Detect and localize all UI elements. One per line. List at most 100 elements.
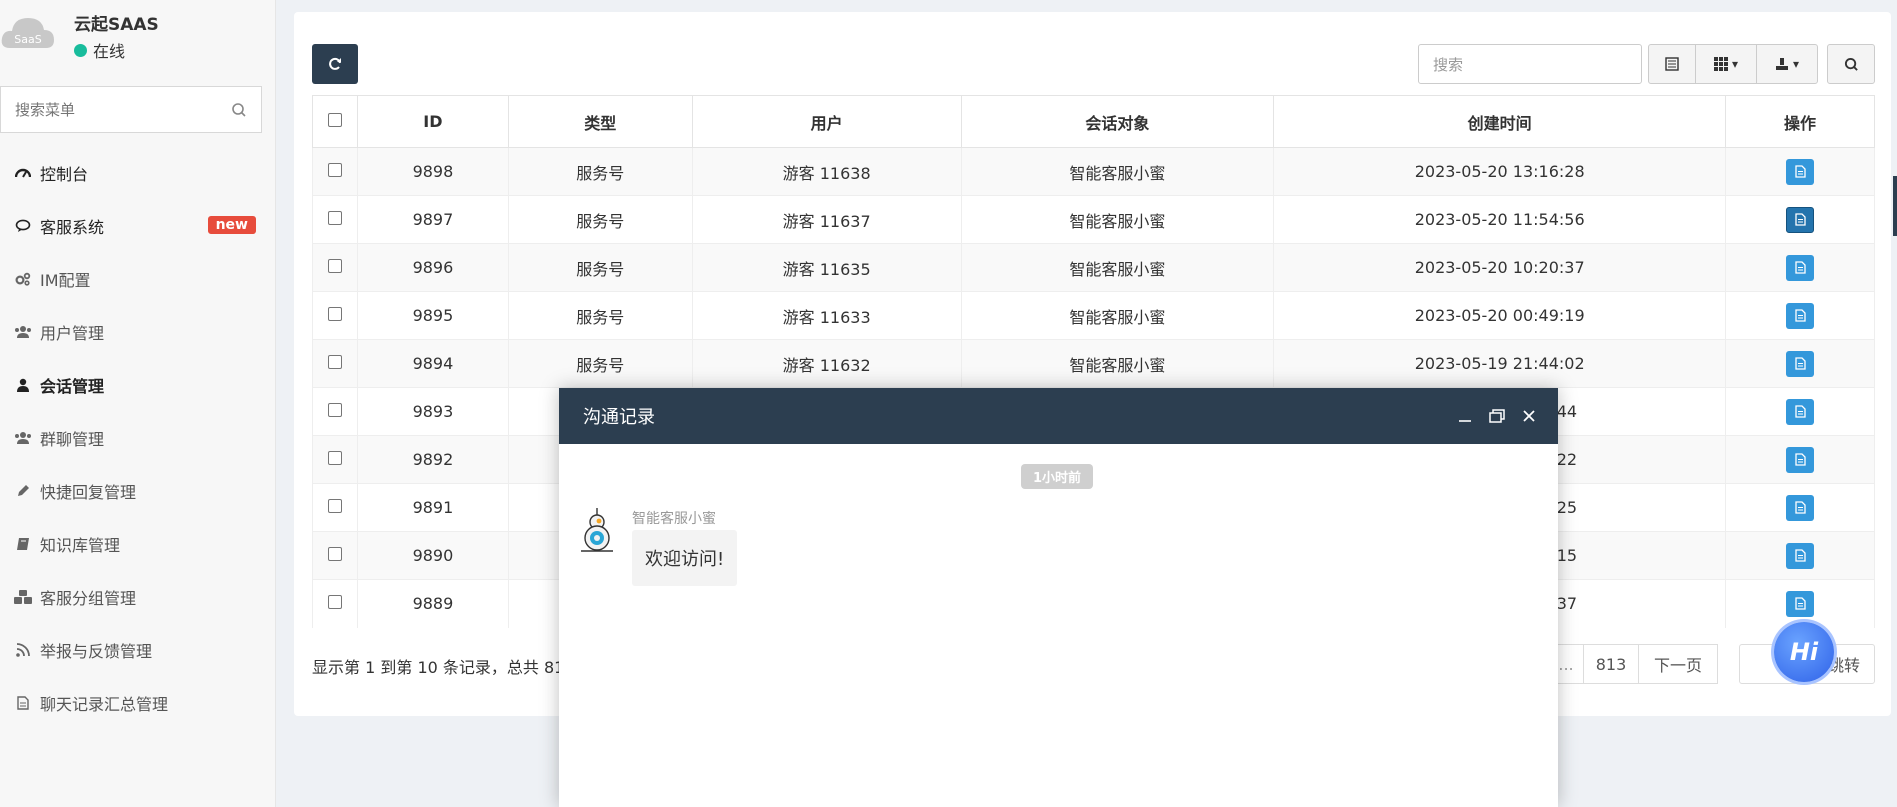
row-checkbox[interactable] [327,211,342,225]
select-all-cell[interactable] [312,95,358,148]
row-checkbox[interactable] [327,499,342,513]
view-record-button[interactable] [1786,494,1815,521]
cell-id: 9890 [356,531,509,580]
sidebar-item-customer-service[interactable]: 客服系统 new [0,199,276,252]
cogs-icon [14,271,32,287]
file-text-icon [1794,261,1806,274]
row-select-cell[interactable] [312,195,358,244]
column-header-created-time[interactable]: 创建时间 [1273,95,1727,148]
sidebar-item-label: 客服系统 [40,217,105,237]
cell-actions [1725,435,1875,484]
row-select-cell[interactable] [312,339,358,388]
table-row[interactable]: 9896 服务号 游客 11635 智能客服小蜜 2023-05-20 10:2… [312,243,1875,292]
toggle-view-button[interactable] [1648,44,1696,84]
page-last-button[interactable]: 813 [1583,644,1639,684]
cell-time: 2023-05-20 00:49:19 [1273,291,1727,340]
cell-user: 游客 11637 [691,195,962,244]
cell-time: 2023-05-20 11:54:56 [1273,195,1727,244]
view-record-button[interactable] [1786,590,1815,617]
table-row[interactable]: 9897 服务号 游客 11637 智能客服小蜜 2023-05-20 11:5… [312,195,1875,244]
row-select-cell[interactable] [312,387,358,436]
cell-actions [1725,291,1875,340]
view-record-button[interactable] [1786,254,1815,281]
column-header-user[interactable]: 用户 [691,95,962,148]
sidebar-item-knowledge-base[interactable]: 知识库管理 [0,517,276,570]
view-record-button[interactable] [1786,302,1815,329]
cell-id: 9896 [356,243,509,292]
sidebar-item-group-chat[interactable]: 群聊管理 [0,411,276,464]
table-header-row: ID 类型 用户 会话对象 创建时间 操作 [312,95,1875,148]
dialog-title: 沟通记录 [583,407,655,428]
view-record-button[interactable] [1786,446,1815,473]
table-row[interactable]: 9894 服务号 游客 11632 智能客服小蜜 2023-05-19 21:4… [312,339,1875,388]
menu-search[interactable] [0,86,262,133]
cell-actions [1725,147,1875,196]
maximize-icon[interactable] [1487,406,1507,426]
export-button[interactable]: ▾ [1756,44,1818,84]
search-icon[interactable] [231,102,247,118]
cell-type: 服务号 [507,339,693,388]
row-select-cell[interactable] [312,291,358,340]
scroll-indicator[interactable] [1893,176,1897,236]
view-record-button[interactable] [1786,398,1815,425]
view-record-button[interactable] [1786,542,1815,569]
dialog-header[interactable]: 沟通记录 [559,388,1558,444]
cell-id: 9891 [356,483,509,532]
grid-columns-icon [1713,57,1728,71]
sidebar-item-reports[interactable]: 举报与反馈管理 [0,623,276,676]
table-row[interactable]: 9895 服务号 游客 11633 智能客服小蜜 2023-05-20 00:4… [312,291,1875,340]
row-checkbox[interactable] [327,595,342,610]
file-text-icon [1794,501,1806,514]
menu-search-input[interactable] [15,100,231,119]
row-select-cell[interactable] [312,243,358,292]
row-select-cell[interactable] [312,579,358,628]
column-header-type[interactable]: 类型 [507,95,693,148]
online-dot-icon [74,43,87,57]
cell-actions [1725,243,1875,292]
message-sender: 智能客服小蜜 [632,511,716,527]
row-select-cell[interactable] [312,435,358,484]
online-status: 在线 [74,38,125,62]
select-all-checkbox[interactable] [327,113,342,127]
view-record-button[interactable] [1786,350,1815,377]
cell-actions [1725,387,1875,436]
columns-button[interactable]: ▾ [1695,44,1757,84]
sidebar-item-dashboard[interactable]: 控制台 [0,146,276,199]
row-select-cell[interactable] [312,483,358,532]
cell-target: 智能客服小蜜 [960,147,1275,196]
row-checkbox[interactable] [327,259,342,273]
view-record-button[interactable] [1786,158,1815,185]
sidebar-item-quick-reply[interactable]: 快捷回复管理 [0,464,276,517]
table-search-input[interactable]: 搜索 [1418,44,1642,84]
row-checkbox[interactable] [327,307,342,321]
row-checkbox[interactable] [327,403,342,417]
column-header-target[interactable]: 会话对象 [960,95,1275,148]
cell-actions [1725,579,1875,628]
row-select-cell[interactable] [312,531,358,580]
hi-chat-float-button[interactable]: Hi [1774,622,1834,682]
table-row[interactable]: 9898 服务号 游客 11638 智能客服小蜜 2023-05-20 13:1… [312,147,1875,196]
view-record-button[interactable] [1786,206,1815,233]
users-icon [14,324,32,340]
cell-target: 智能客服小蜜 [960,339,1275,388]
comment-icon [14,218,32,234]
row-select-cell[interactable] [312,147,358,196]
sidebar-item-sessions[interactable]: 会话管理 [0,358,276,411]
message-time-label: 1小时前 [1021,464,1094,489]
sidebar-item-users[interactable]: 用户管理 [0,305,276,358]
close-icon[interactable] [1519,406,1539,426]
advanced-search-button[interactable] [1827,44,1875,84]
chat-record-dialog: 沟通记录 1小时前 智能客服小蜜 欢迎访问! [559,388,1558,807]
row-checkbox[interactable] [327,451,342,465]
row-checkbox[interactable] [327,163,342,177]
brand-name: 云起SAAS [74,15,159,35]
refresh-button[interactable] [312,44,358,84]
sidebar-item-chat-summary[interactable]: 聊天记录汇总管理 [0,676,276,729]
sidebar-item-im-config[interactable]: IM配置 [0,252,276,305]
sidebar-item-agent-groups[interactable]: 客服分组管理 [0,570,276,623]
row-checkbox[interactable] [327,355,342,369]
column-header-id[interactable]: ID [356,95,509,148]
minimize-icon[interactable] [1455,406,1475,426]
row-checkbox[interactable] [327,547,342,561]
next-page-button[interactable]: 下一页 [1638,644,1718,684]
